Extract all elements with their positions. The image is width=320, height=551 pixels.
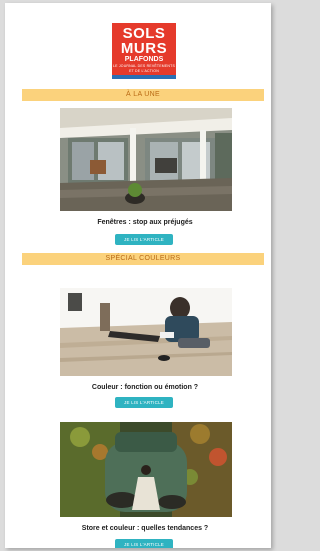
floor-installer-photo-icon [60, 288, 232, 376]
newsletter-page: SOLS MURS PLAFONDS LE JOURNAL DES REVÊTE… [5, 3, 271, 548]
article-2-read-button[interactable]: JE LIS L'ARTICLE [115, 397, 173, 408]
brand-logo[interactable]: SOLS MURS PLAFONDS LE JOURNAL DES REVÊTE… [112, 23, 176, 79]
section-header-a-la-une: À LA UNE [22, 89, 264, 101]
article-1-read-button[interactable]: JE LIS L'ARTICLE [115, 234, 173, 245]
article-2-title[interactable]: Couleur : fonction ou émotion ? [55, 384, 235, 391]
green-interior-photo-icon [60, 422, 232, 517]
article-2-image[interactable] [60, 288, 232, 376]
section-header-special-couleurs: SPÉCIAL COULEURS [22, 253, 264, 265]
article-3-title[interactable]: Store et couleur : quelles tendances ? [55, 525, 235, 532]
logo-line-3: PLAFONDS [124, 56, 164, 63]
logo-line-1: SOLS [122, 25, 166, 42]
article-1-image[interactable] [60, 108, 232, 211]
article-3-image[interactable] [60, 422, 232, 517]
article-3-read-button[interactable]: JE LIS L'ARTICLE [115, 539, 173, 548]
logo-tagline: LE JOURNAL DES REVÊTEMENTS ET DE L'ACTIO… [112, 64, 176, 73]
article-1-title[interactable]: Fenêtres : stop aux préjugés [55, 219, 235, 226]
logo-line-2: MURS [120, 40, 168, 57]
terrace-photo-icon [60, 108, 232, 211]
